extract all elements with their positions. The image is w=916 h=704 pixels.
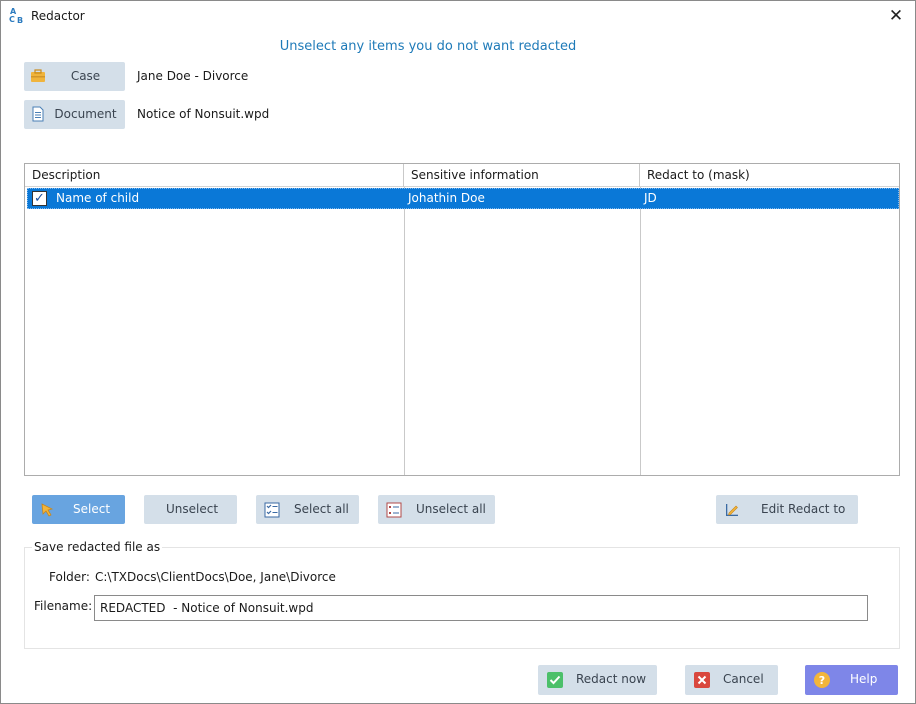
title-bar: A C B Redactor ✕ [1, 1, 915, 32]
row-sensitive-information: Johathin Doe [408, 191, 485, 205]
redact-now-button[interactable]: Redact now [538, 665, 657, 695]
instruction-text: Unselect any items you do not want redac… [279, 39, 577, 54]
help-button[interactable]: ? Help [805, 665, 898, 695]
grid-header: Description Sensitive information Redact… [25, 164, 899, 187]
checklist-icon [264, 502, 280, 518]
help-question-icon: ? [814, 672, 830, 688]
redaction-items-grid[interactable]: Description Sensitive information Redact… [24, 163, 900, 476]
edit-pencil-icon [726, 504, 738, 516]
table-row[interactable]: ✓ Name of child Johathin Doe JD [27, 188, 899, 209]
help-label: Help [850, 672, 878, 686]
document-button[interactable]: Document [24, 100, 125, 129]
redact-now-label: Redact now [576, 672, 647, 686]
svg-text:?: ? [819, 674, 825, 687]
row-redact-mask: JD [644, 191, 657, 205]
unselect-button[interactable]: Unselect [144, 495, 237, 524]
column-header-description[interactable]: Description [25, 164, 404, 187]
filename-input[interactable] [94, 595, 868, 621]
close-red-icon [694, 672, 710, 688]
app-icon-letter-c: C [9, 15, 15, 24]
cancel-label: Cancel [723, 672, 764, 686]
edit-redact-to-label: Edit Redact to [761, 502, 846, 516]
column-divider [640, 187, 641, 475]
column-header-sensitive-information[interactable]: Sensitive information [404, 164, 640, 187]
select-all-button[interactable]: Select all [256, 495, 359, 524]
case-value: Jane Doe - Divorce [137, 69, 249, 83]
select-button[interactable]: Select [32, 495, 125, 524]
window-title: Redactor [31, 9, 85, 23]
unselect-label: Unselect [166, 502, 219, 516]
filename-label: Filename: [34, 599, 93, 613]
unselect-all-button[interactable]: Unselect all [378, 495, 495, 524]
close-icon[interactable]: ✕ [885, 5, 907, 27]
document-value: Notice of Nonsuit.wpd [137, 107, 270, 121]
app-abc-icon: A C B [9, 8, 25, 25]
column-divider [404, 187, 405, 475]
redactor-window: A C B Redactor ✕ Unselect any items you … [0, 0, 916, 704]
row-checkbox[interactable]: ✓ [32, 191, 47, 206]
list-icon [386, 502, 402, 518]
column-header-redact-to[interactable]: Redact to (mask) [640, 164, 899, 187]
case-label: Case [70, 69, 101, 83]
document-label: Document [54, 107, 117, 121]
save-group-title: Save redacted file as [32, 540, 163, 554]
app-icon-letter-b: B [17, 16, 24, 25]
row-description: Name of child [56, 191, 140, 205]
checkmark-icon [547, 672, 563, 688]
select-label: Select [73, 502, 111, 516]
cancel-button[interactable]: Cancel [685, 665, 778, 695]
folder-label: Folder: [49, 570, 90, 584]
edit-redact-to-button[interactable]: Edit Redact to [716, 495, 858, 524]
case-button[interactable]: Case [24, 62, 125, 91]
select-all-label: Select all [294, 502, 349, 516]
cursor-pointer-icon [41, 503, 54, 517]
folder-path: C:\TXDocs\ClientDocs\Doe, Jane\Divorce [95, 570, 336, 584]
unselect-all-label: Unselect all [416, 502, 486, 516]
